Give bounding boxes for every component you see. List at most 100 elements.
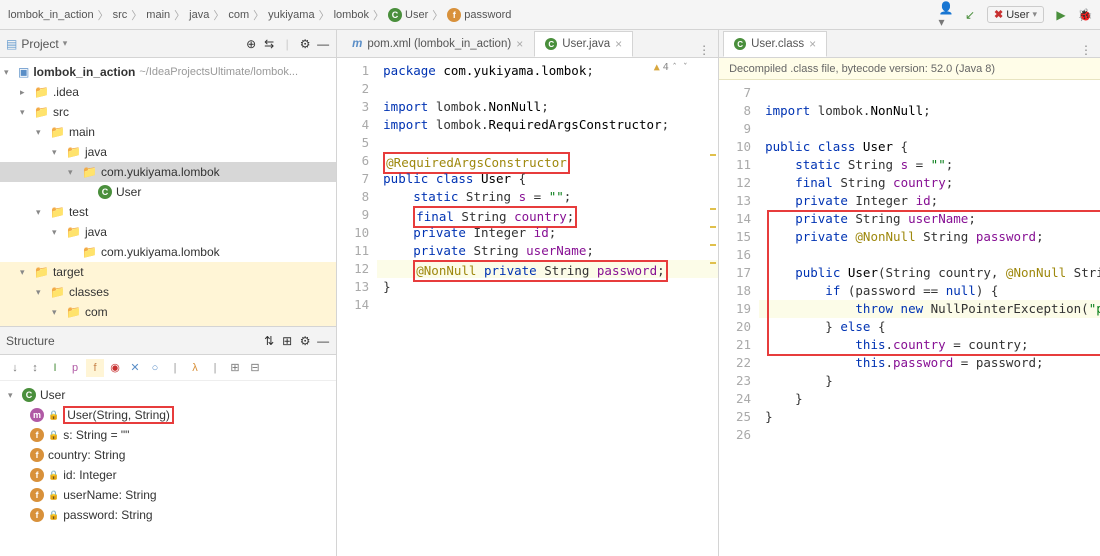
breadcrumb-item[interactable]: main [146,9,170,21]
tool-btn[interactable]: λ [186,359,204,377]
code-line[interactable]: this.password = password; [759,354,1100,372]
tree-row[interactable]: ▾📁 main [0,122,336,142]
editor-tab[interactable]: CUser.class× [723,31,827,57]
tree-row[interactable]: ▾📁 java [0,142,336,162]
code-line[interactable]: import lombok.NonNull; [759,102,1100,120]
run-icon[interactable]: ▶ [1054,8,1068,22]
tree-row[interactable]: ▾📁 target [0,262,336,282]
breadcrumb-item[interactable]: yukiyama [268,9,314,21]
code-line[interactable] [377,80,718,98]
code-line[interactable]: throw new NullPointerException("passwor [759,300,1100,318]
code-line[interactable]: private @NonNull String password; [759,228,1100,246]
tab-more-icon[interactable]: ⋮ [698,43,718,57]
code-line[interactable]: private Integer id; [759,192,1100,210]
code-line[interactable]: this.country = country; [759,336,1100,354]
code-line[interactable]: static String s = ""; [377,188,718,206]
code-line[interactable]: } else { [759,318,1100,336]
structure-panel-title[interactable]: Structure [6,334,55,348]
breadcrumb-item[interactable]: java [189,9,209,21]
breadcrumb-item[interactable]: CUser [388,8,428,22]
breadcrumb-item[interactable]: lombok [334,9,369,21]
tool-btn[interactable]: ⊟ [246,359,264,377]
editor-right[interactable]: 7891011121314151617181920212223242526 im… [719,80,1100,556]
structure-item[interactable]: m🔒 User(String, String) [0,405,336,425]
code-line[interactable]: } [377,278,718,296]
tool-btn[interactable]: | [166,359,184,377]
hide-icon[interactable]: — [316,37,330,51]
gear-icon[interactable]: ⚙ [298,334,312,348]
code-line[interactable] [759,426,1100,444]
structure-item[interactable]: f🔒 userName: String [0,485,336,505]
code-line[interactable]: public class User { [759,138,1100,156]
debug-icon[interactable]: 🐞 [1078,8,1092,22]
breadcrumb-item[interactable]: lombok_in_action [8,9,94,21]
code-line[interactable]: private Integer id; [377,224,718,242]
code-line[interactable]: private String userName; [759,210,1100,228]
tree-row[interactable]: ▾📁 classes [0,282,336,302]
tree-root[interactable]: ▾▣ lombok_in_action ~/IdeaProjectsUltima… [0,62,336,82]
code-line[interactable]: } [759,390,1100,408]
structure-item[interactable]: f country: String [0,445,336,465]
tool-btn[interactable]: f [86,359,104,377]
tool-btn[interactable]: ⊞ [226,359,244,377]
tree-row[interactable]: C User [0,182,336,202]
code-line[interactable]: } [759,408,1100,426]
code-line[interactable]: } [759,372,1100,390]
code-line[interactable]: public class User { [377,170,718,188]
code-line[interactable]: @RequiredArgsConstructor [377,152,718,170]
breadcrumb-item[interactable]: fpassword [447,8,511,22]
code-line[interactable]: static String s = ""; [759,156,1100,174]
editor-left[interactable]: 1234567891011121314 ▲4 ˆ ˇ package com.y… [337,58,718,556]
tool-btn[interactable]: ○ [146,359,164,377]
tree-row[interactable]: ▾📁 com.yukiyama.lombok [0,162,336,182]
code-line[interactable] [377,134,718,152]
code-line[interactable]: package com.yukiyama.lombok; [377,62,718,80]
code-line[interactable] [759,246,1100,264]
tree-row[interactable]: 📁 com.yukiyama.lombok [0,242,336,262]
code-line[interactable]: final String country; [377,206,718,224]
editor-tab[interactable]: CUser.java× [534,31,633,57]
breadcrumb-item[interactable]: com [228,9,249,21]
structure-root[interactable]: ▾C User [0,385,336,405]
code-line[interactable]: import lombok.NonNull; [377,98,718,116]
tree-row[interactable]: ▾📁 java [0,222,336,242]
project-tree[interactable]: ▾▣ lombok_in_action ~/IdeaProjectsUltima… [0,58,336,326]
tool-btn[interactable]: p [66,359,84,377]
tool-btn[interactable]: ↓ [6,359,24,377]
user-icon[interactable]: 👤▾ [939,8,953,22]
tree-row[interactable]: ▾📁 src [0,102,336,122]
editor-tab[interactable]: mpom.xml (lombok_in_action)× [341,31,534,57]
tool-btn[interactable]: I [46,359,64,377]
expand-icon[interactable]: ⊞ [280,334,294,348]
code-line[interactable] [759,120,1100,138]
run-config-selector[interactable]: ✖User▾ [987,6,1044,23]
tab-more-icon[interactable]: ⋮ [1080,43,1100,57]
project-panel-title[interactable]: ▤Project▾ [6,37,67,51]
tree-row[interactable]: ▾📁 test [0,202,336,222]
code-line[interactable]: final String country; [759,174,1100,192]
code-line[interactable]: public User(String country, @NonNull Str… [759,264,1100,282]
code-line[interactable] [759,84,1100,102]
tree-row[interactable]: ▾📁 com [0,302,336,322]
code-line[interactable] [377,296,718,314]
target-icon[interactable]: ⊕ [244,37,258,51]
structure-item[interactable]: f🔒 s: String = "" [0,425,336,445]
tool-btn[interactable]: ↕ [26,359,44,377]
hide-icon[interactable]: — [316,334,330,348]
tool-btn[interactable]: | [206,359,224,377]
gear-icon[interactable]: ⚙ [298,37,312,51]
structure-item[interactable]: f🔒 password: String [0,505,336,525]
collapse-icon[interactable]: ⇆ [262,37,276,51]
code-line[interactable]: private String userName; [377,242,718,260]
tool-btn[interactable]: ◉ [106,359,124,377]
structure-item[interactable]: f🔒 id: Integer [0,465,336,485]
tree-row[interactable]: ▸📁 .idea [0,82,336,102]
sort-icon[interactable]: ⇅ [262,334,276,348]
tool-btn[interactable]: ✕ [126,359,144,377]
code-line[interactable]: import lombok.RequiredArgsConstructor; [377,116,718,134]
sync-icon[interactable]: ↙ [963,8,977,22]
breadcrumb-item[interactable]: src [113,9,128,21]
code-line[interactable]: if (password == null) { [759,282,1100,300]
code-line[interactable]: @NonNull private String password; [377,260,718,278]
breadcrumb[interactable]: lombok_in_action〉src〉main〉java〉com〉yukiy… [8,7,511,23]
